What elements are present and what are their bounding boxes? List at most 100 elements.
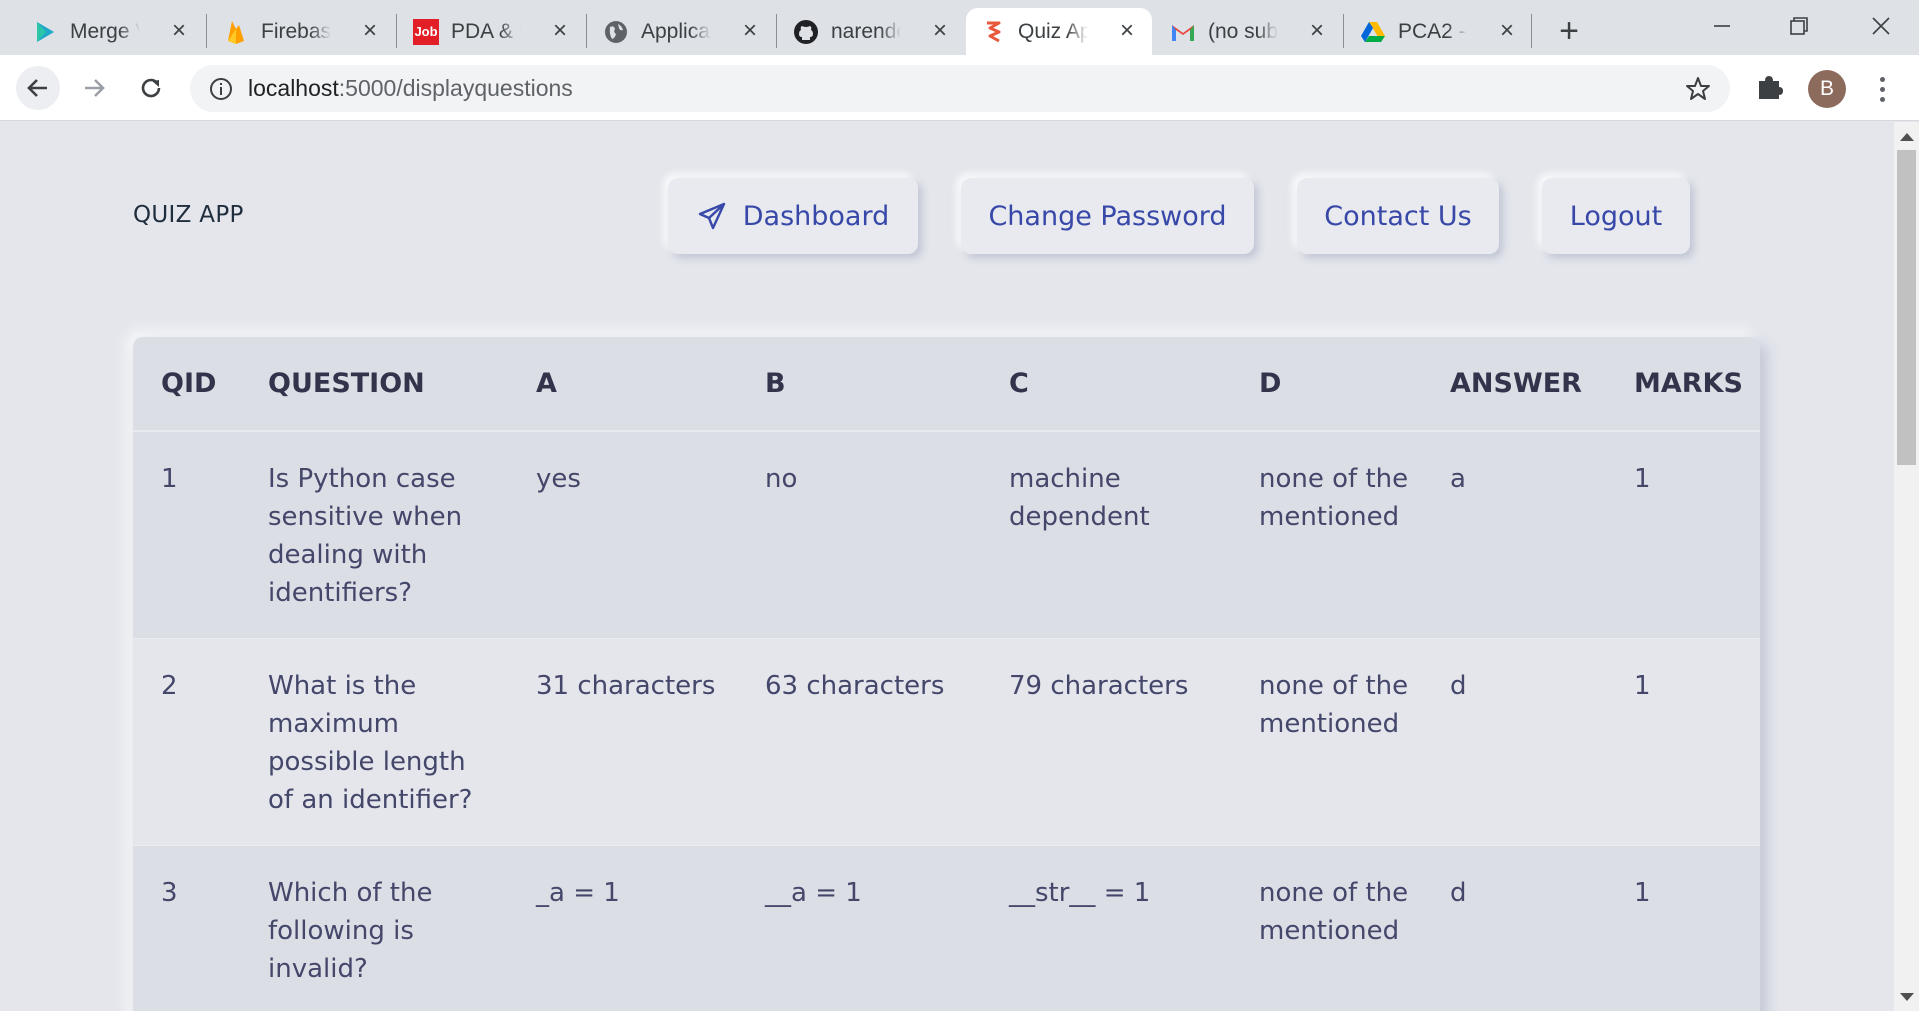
globe-icon xyxy=(603,19,629,45)
profile-avatar[interactable]: B xyxy=(1808,70,1846,108)
close-icon[interactable]: × xyxy=(359,19,381,43)
option-b-cell: no xyxy=(765,464,798,494)
play-icon xyxy=(32,19,58,45)
column-header: ANSWER xyxy=(1450,368,1582,399)
minimize-icon[interactable] xyxy=(1696,8,1748,44)
option-a-cell: yes xyxy=(536,464,581,494)
change-password-label: Change Password xyxy=(988,200,1227,232)
contact-us-button[interactable]: Contact Us xyxy=(1297,178,1499,254)
option-d-cell: none of the mentioned xyxy=(1259,878,1409,946)
close-icon[interactable]: × xyxy=(929,19,951,43)
tab-title: Applicat xyxy=(641,19,711,43)
tab-title: (no subj xyxy=(1208,19,1278,43)
column-header: QID xyxy=(161,368,217,399)
change-password-button[interactable]: Change Password xyxy=(961,178,1254,254)
marks-cell: 1 xyxy=(1634,464,1651,494)
close-icon[interactable]: × xyxy=(1116,19,1138,43)
scroll-down-icon[interactable] xyxy=(1900,993,1914,1001)
page-content: QUIZ APP Dashboard Change Password Conta… xyxy=(0,122,1894,1011)
question-cell: Which of the following is invalid? xyxy=(268,878,433,984)
page-scrollbar[interactable] xyxy=(1894,122,1919,1011)
reload-button[interactable] xyxy=(129,66,173,110)
browser-tab-active[interactable]: Quiz App × xyxy=(966,8,1152,55)
reload-icon xyxy=(141,78,161,98)
marks-cell: 1 xyxy=(1634,671,1651,701)
marks-cell: 1 xyxy=(1634,878,1651,908)
close-icon[interactable]: × xyxy=(1496,19,1518,43)
table-header-row: QID QUESTION A B C D ANSWER MARKS xyxy=(133,337,1760,431)
column-header: QUESTION xyxy=(268,368,425,399)
column-header: D xyxy=(1259,368,1282,399)
star-icon[interactable] xyxy=(1684,75,1712,108)
browser-toolbar: localhost:5000/displayquestions B xyxy=(0,55,1919,121)
dashboard-label: Dashboard xyxy=(742,200,890,232)
address-bar[interactable]: localhost:5000/displayquestions xyxy=(190,65,1730,112)
tab-title: Quiz App xyxy=(1018,19,1088,43)
tab-title: Merge V xyxy=(70,19,140,43)
firebase-icon xyxy=(223,19,249,45)
close-icon[interactable]: × xyxy=(549,19,571,43)
close-window-icon[interactable] xyxy=(1855,8,1907,44)
browser-tab[interactable]: Merge V × xyxy=(18,8,204,55)
option-a-cell: _a = 1 xyxy=(536,878,620,908)
browser-tab[interactable]: Firebase × xyxy=(209,8,395,55)
questions-table: QID QUESTION A B C D ANSWER MARKS 1 Is P… xyxy=(133,337,1760,1011)
tab-separator xyxy=(586,14,587,48)
option-b-cell: __a = 1 xyxy=(765,878,862,908)
qid-cell: 2 xyxy=(161,671,178,701)
dashboard-button[interactable]: Dashboard xyxy=(668,178,918,254)
column-header: A xyxy=(536,368,557,399)
browser-tab-strip: Merge V × Firebase × Job PDA & C × Appli… xyxy=(0,0,1919,55)
browser-tab[interactable]: Applicat × xyxy=(589,8,775,55)
tab-separator xyxy=(776,14,777,48)
tab-title: PCA2 - C xyxy=(1398,19,1468,43)
restore-icon[interactable] xyxy=(1773,8,1825,44)
browser-tab[interactable]: PCA2 - C × xyxy=(1346,8,1532,55)
option-b-cell: 63 characters xyxy=(765,671,945,701)
gmail-icon xyxy=(1170,19,1196,45)
table-row: 1 Is Python case sensitive when dealing … xyxy=(133,431,1760,639)
questions-table-card: QID QUESTION A B C D ANSWER MARKS 1 Is P… xyxy=(133,337,1760,1011)
option-d-cell: none of the mentioned xyxy=(1259,671,1409,739)
table-row: 3 Which of the following is invalid? _a … xyxy=(133,845,1760,1011)
option-c-cell: 79 characters xyxy=(1009,671,1189,701)
tab-title: PDA & C xyxy=(451,19,521,43)
paper-plane-icon xyxy=(697,201,727,231)
browser-tab[interactable]: Job PDA & C × xyxy=(399,8,585,55)
qid-cell: 3 xyxy=(161,878,178,908)
job-icon: Job xyxy=(413,18,439,45)
arrow-left-icon xyxy=(27,79,47,97)
column-header: C xyxy=(1009,368,1029,399)
back-button[interactable] xyxy=(16,66,60,110)
browser-tab[interactable]: narende × xyxy=(779,8,965,55)
browser-tab[interactable]: (no subj × xyxy=(1156,8,1342,55)
tab-separator xyxy=(206,14,207,48)
brand-logo[interactable]: QUIZ APP xyxy=(133,202,244,228)
new-tab-button[interactable]: + xyxy=(1551,14,1587,50)
scrollbar-thumb[interactable] xyxy=(1897,150,1916,465)
tab-separator xyxy=(1531,14,1532,48)
puzzle-icon[interactable] xyxy=(1755,72,1785,107)
logout-label: Logout xyxy=(1569,200,1663,232)
close-icon[interactable]: × xyxy=(1306,19,1328,43)
close-icon[interactable]: × xyxy=(168,19,190,43)
option-d-cell: none of the mentioned xyxy=(1259,464,1409,532)
tab-title: narende xyxy=(831,19,901,43)
tab-title: Firebase xyxy=(261,19,331,43)
more-menu-icon[interactable] xyxy=(1872,71,1892,107)
table-row: 2 What is the maximum possible length of… xyxy=(133,638,1760,846)
answer-cell: a xyxy=(1450,464,1466,494)
close-icon[interactable]: × xyxy=(739,19,761,43)
arrow-right-icon xyxy=(85,79,105,97)
scroll-up-icon[interactable] xyxy=(1900,133,1914,141)
tab-separator xyxy=(1343,14,1344,48)
info-icon[interactable] xyxy=(208,76,234,102)
option-a-cell: 31 characters xyxy=(536,671,716,701)
drive-icon xyxy=(1360,19,1386,45)
forward-button[interactable] xyxy=(72,66,116,110)
quiz-app-icon xyxy=(980,19,1006,45)
question-cell: What is the maximum possible length of a… xyxy=(268,671,473,815)
logout-button[interactable]: Logout xyxy=(1542,178,1690,254)
github-icon xyxy=(793,19,819,45)
option-c-cell: machine dependent xyxy=(1009,464,1150,532)
